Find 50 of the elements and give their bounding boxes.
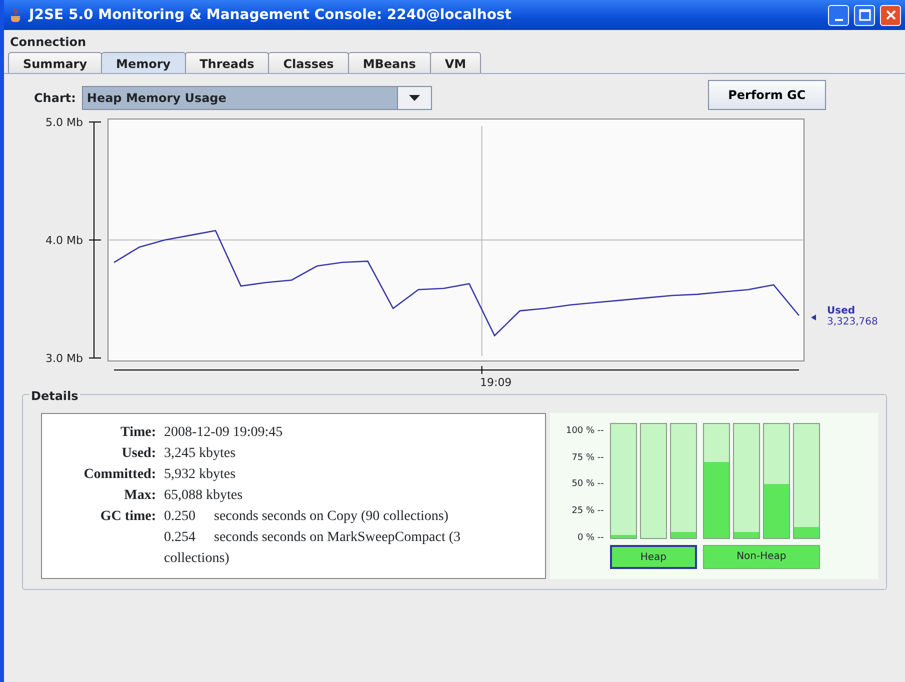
tab[interactable]: MBeans [348,52,431,73]
minimize-icon [834,19,842,21]
memory-pool-bar[interactable] [702,423,730,539]
memory-pool-bar[interactable] [792,423,820,539]
field-label: Time: [119,424,157,442]
tab[interactable]: Classes [268,52,349,73]
y-tick-label: 4.0 Mb [46,234,83,247]
chart-label: Chart: [34,90,76,107]
dropdown-arrow-icon [408,95,420,101]
pool-group-label[interactable]: Heap [610,545,697,569]
y-tick-label: 3.0 Mb [46,352,83,365]
scale-label: 100 % -- [564,425,604,438]
field-value: 65,088 kbytes [164,487,243,505]
scale-label: 50 % -- [570,478,604,492]
menu-item[interactable]: Connection [10,33,86,49]
chart-dropdown[interactable]: Heap Memory Usage [82,86,432,110]
pointer-icon [811,314,816,321]
close-icon [884,9,896,21]
pool-group-label[interactable]: Non-Heap [702,545,820,569]
scale-label: 0 % -- [576,532,604,544]
field-value: 3,245 kbytes [164,445,236,463]
x-tick-label: 19:09 [480,376,512,389]
field-label: Used: [120,445,157,463]
field-value: 2008-12-09 19:09:45 [164,424,283,442]
gc-time-entry: 0.254 seconds seconds on MarkSweepCompact (3 collections) [164,529,462,568]
memory-pool-bar[interactable] [610,423,637,539]
window-title: J2SE 5.0 Monitoring & Management Console: 2240@localhost [29,6,512,24]
legend-value: 3,323,768 [827,316,878,328]
field-label: Max: [123,487,157,505]
close-button[interactable] [880,4,901,26]
maximize-icon [858,9,870,21]
tab[interactable]: Memory [101,52,186,73]
field-label: GC time: [99,508,157,526]
y-tick-label: 5.0 Mb [46,116,83,129]
field-value: 5,932 kbytes [164,466,236,484]
field-label: Committed: [82,466,157,484]
minimize-button[interactable] [828,4,849,26]
memory-pool-bar[interactable] [762,423,790,539]
tab[interactable]: Threads [184,52,270,73]
legend-name: Used [827,306,856,317]
memory-pool-bar[interactable] [640,423,667,539]
perform-gc-button[interactable]: Perform GC [708,80,826,110]
scale-label: 75 % -- [570,452,604,465]
memory-pool-bar[interactable] [670,423,697,539]
gc-time-entry: 0.250 seconds seconds on Copy (90 collections) [164,508,450,526]
tab[interactable]: VM [430,52,482,73]
maximize-button[interactable] [854,4,875,26]
memory-pool-bar[interactable] [732,423,760,539]
scale-label: 25 % -- [570,504,604,518]
tab[interactable]: Summary [8,52,102,73]
